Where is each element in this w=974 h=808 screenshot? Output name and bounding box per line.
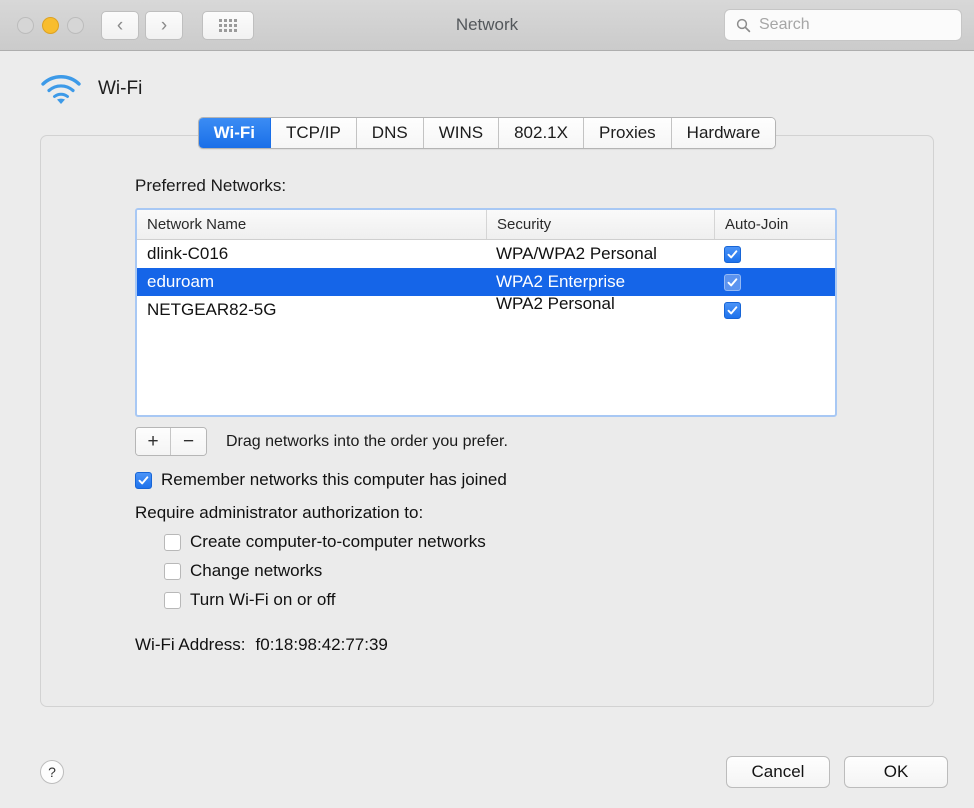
wifi-address-label: Wi-Fi Address: — [135, 635, 246, 654]
remember-networks-row[interactable]: Remember networks this computer has join… — [135, 470, 837, 490]
network-security-cell: WPA2 Personal — [496, 293, 615, 313]
network-security-cell: WPA2 Enterprise — [496, 272, 626, 291]
navigation-buttons: ‹ › — [101, 10, 183, 40]
auto-join-checkbox[interactable] — [724, 273, 741, 291]
service-header: Wi-Fi — [14, 51, 960, 117]
network-preferences-window: ‹ › Network Search Wi-Fi Wi-Fi TCP/IP DN… — [0, 0, 974, 808]
preferences-content: Wi-Fi Wi-Fi TCP/IP DNS WINS 802.1X Proxi… — [0, 51, 974, 808]
preferred-networks-table[interactable]: Network Name Security Auto-Join dlink-C0… — [135, 208, 837, 417]
cancel-button[interactable]: Cancel — [726, 756, 830, 788]
ok-button[interactable]: OK — [844, 756, 948, 788]
wifi-icon — [40, 73, 82, 105]
column-header-auto-join[interactable]: Auto-Join — [714, 210, 835, 239]
tab-proxies[interactable]: Proxies — [583, 118, 672, 148]
tab-bar: Wi-Fi TCP/IP DNS WINS 802.1X Proxies Har… — [14, 117, 960, 149]
tab-wifi[interactable]: Wi-Fi — [198, 118, 271, 148]
admin-turn-wifi-row[interactable]: Turn Wi-Fi on or off — [164, 590, 837, 610]
forward-button[interactable]: › — [145, 10, 183, 40]
auto-join-cell — [714, 268, 835, 296]
network-security-cell: WPA/WPA2 Personal — [496, 244, 657, 263]
table-row[interactable]: dlink-C016 WPA/WPA2 Personal — [137, 240, 835, 268]
auto-join-checkbox[interactable] — [724, 301, 741, 319]
chevron-left-icon: ‹ — [116, 14, 124, 36]
zoom-button[interactable] — [67, 16, 84, 34]
add-network-button[interactable]: + — [136, 428, 171, 455]
back-button[interactable]: ‹ — [101, 10, 139, 40]
auto-join-cell — [714, 296, 835, 324]
list-controls: + − Drag networks into the order you pre… — [135, 427, 837, 456]
admin-change-networks-row[interactable]: Change networks — [164, 561, 837, 581]
table-header-row: Network Name Security Auto-Join — [137, 210, 835, 240]
network-name-cell: dlink-C016 — [147, 244, 229, 263]
wifi-settings-panel: Preferred Networks: Network Name Securit… — [40, 135, 934, 707]
auto-join-checkbox[interactable] — [724, 245, 741, 263]
show-all-button[interactable] — [202, 10, 254, 40]
auto-join-cell — [714, 240, 835, 268]
tab-tcpip[interactable]: TCP/IP — [271, 118, 357, 148]
tab-8021x[interactable]: 802.1X — [499, 118, 584, 148]
dialog-footer: ? Cancel OK — [0, 736, 974, 808]
chevron-right-icon: › — [160, 14, 168, 36]
remove-network-button[interactable]: − — [171, 428, 206, 455]
admin-turn-wifi-label: Turn Wi-Fi on or off — [190, 590, 336, 609]
search-placeholder: Search — [759, 16, 810, 33]
admin-change-networks-label: Change networks — [190, 561, 323, 580]
traffic-light-group — [17, 16, 84, 34]
close-button[interactable] — [17, 16, 34, 34]
network-name-cell: NETGEAR82-5G — [147, 300, 277, 319]
network-name-cell: eduroam — [147, 272, 215, 291]
admin-create-networks-row[interactable]: Create computer-to-computer networks — [164, 532, 837, 552]
column-header-security[interactable]: Security — [486, 210, 714, 239]
tab-wins[interactable]: WINS — [423, 118, 500, 148]
help-button[interactable]: ? — [40, 760, 64, 784]
show-all-icon — [219, 18, 237, 32]
remember-networks-label: Remember networks this computer has join… — [161, 470, 507, 489]
table-row[interactable]: eduroam WPA2 Enterprise — [137, 268, 835, 296]
admin-change-networks-checkbox[interactable] — [164, 562, 181, 580]
search-field[interactable]: Search — [724, 9, 962, 41]
column-header-network-name[interactable]: Network Name — [137, 210, 486, 239]
preferred-networks-label: Preferred Networks: — [135, 176, 287, 195]
wifi-address-value: f0:18:98:42:77:39 — [255, 635, 388, 654]
wifi-address-row: Wi-Fi Address: f0:18:98:42:77:39 — [135, 635, 837, 655]
admin-create-networks-checkbox[interactable] — [164, 533, 181, 551]
tab-hardware[interactable]: Hardware — [671, 118, 776, 148]
search-icon — [736, 18, 751, 33]
remember-networks-checkbox[interactable] — [135, 471, 152, 489]
admin-turn-wifi-checkbox[interactable] — [164, 591, 181, 609]
window-titlebar: ‹ › Network Search — [0, 0, 974, 51]
require-admin-label: Require administrator authorization to: — [135, 503, 424, 522]
service-name: Wi-Fi — [98, 78, 143, 99]
drag-hint-text: Drag networks into the order you prefer. — [226, 432, 508, 450]
table-row[interactable]: NETGEAR82-5G WPA2 Personal — [137, 293, 835, 324]
tab-dns[interactable]: DNS — [356, 118, 424, 148]
admin-create-networks-label: Create computer-to-computer networks — [190, 532, 486, 551]
minimize-button[interactable] — [42, 16, 59, 34]
